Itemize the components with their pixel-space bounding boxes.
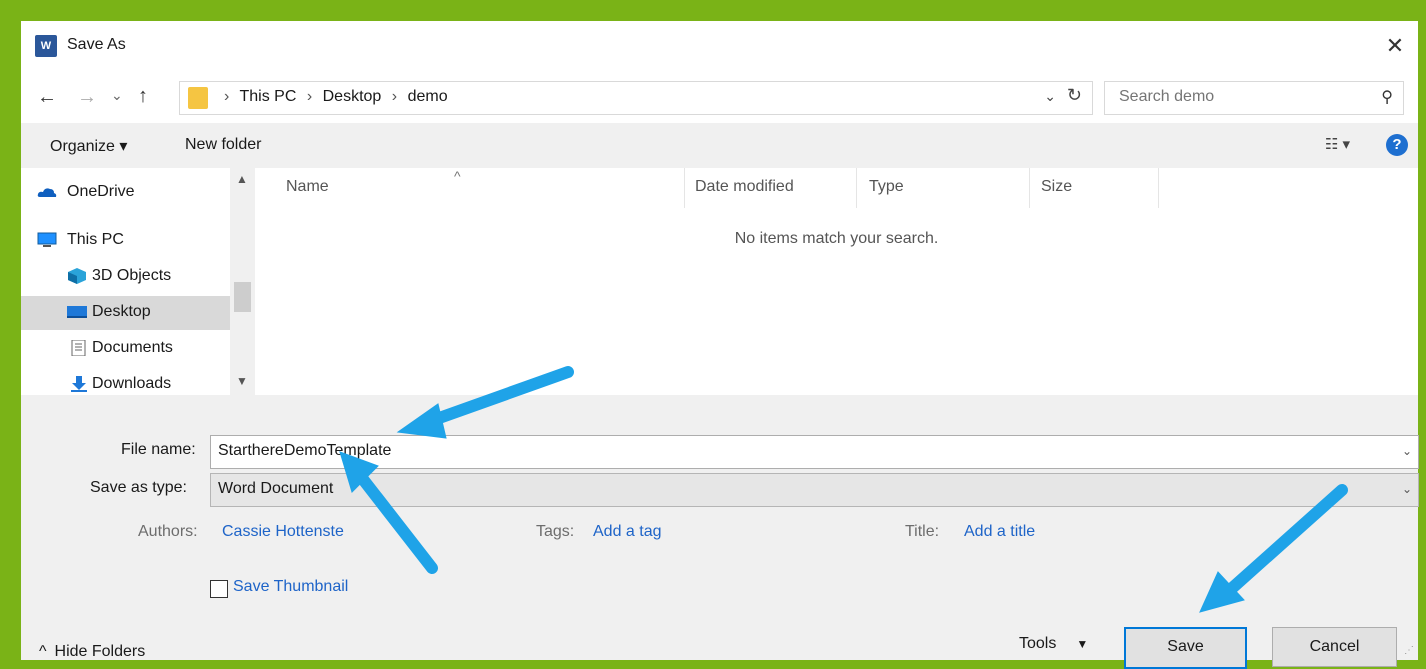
sidebar-item-3d-objects[interactable]: 3D Objects <box>21 260 230 294</box>
sidebar-item-label: Downloads <box>92 375 172 392</box>
recent-locations-chevron-icon[interactable]: ⌄ <box>111 87 123 104</box>
breadcrumb-separator-icon: › <box>306 88 313 105</box>
command-bar: Organize ▾ New folder ☷ ▾ ? <box>21 123 1418 168</box>
tags-label: Tags: <box>536 523 575 540</box>
file-name-value[interactable]: StarthereDemoTemplate <box>218 442 391 460</box>
address-bar-row: ← → ⌄ ↑ › This PC › Desktop › demo ⌄ ↻ ⚲ <box>21 73 1418 123</box>
empty-folder-message: No items match your search. <box>734 230 939 247</box>
word-icon: W <box>35 35 57 57</box>
organize-menu[interactable]: Organize ▾ <box>50 136 127 156</box>
sidebar-item-desktop[interactable]: Desktop <box>21 296 230 330</box>
sort-ascending-icon: ^ <box>454 168 461 184</box>
file-name-field[interactable]: StarthereDemoTemplate ⌄ <box>210 435 1419 469</box>
chevron-down-icon: ▼ <box>1076 637 1089 651</box>
onedrive-icon <box>37 188 57 197</box>
sidebar-item-label: This PC <box>67 231 124 248</box>
hide-folders-label: Hide Folders <box>54 643 146 660</box>
column-divider[interactable] <box>1158 168 1159 208</box>
save-as-type-value[interactable]: Word Document <box>218 480 333 498</box>
column-divider[interactable] <box>1029 168 1030 208</box>
search-input[interactable] <box>1117 87 1361 107</box>
scroll-down-icon[interactable]: ▼ <box>236 374 248 388</box>
hide-folders-button[interactable]: ^ Hide Folders <box>39 643 145 661</box>
dialog-title: Save As <box>67 36 126 53</box>
save-thumbnail-label[interactable]: Save Thumbnail <box>233 578 348 596</box>
view-options-icon[interactable]: ☷ ▾ <box>1325 135 1350 153</box>
title-bar: W Save As ✕ <box>21 21 1418 73</box>
sidebar-item-documents[interactable]: Documents <box>21 332 230 366</box>
search-icon[interactable]: ⚲ <box>1381 87 1393 107</box>
desktop-icon <box>67 306 87 318</box>
address-bar[interactable]: › This PC › Desktop › demo ⌄ ↻ <box>179 81 1093 115</box>
tools-label: Tools <box>1019 635 1057 652</box>
new-folder-button[interactable]: New folder <box>185 136 261 154</box>
breadcrumb-desktop[interactable]: Desktop <box>323 88 382 105</box>
title-label: Title: <box>905 523 940 540</box>
breadcrumb: › This PC › Desktop › demo <box>218 88 448 106</box>
authors-label: Authors: <box>138 523 198 540</box>
chevron-down-icon[interactable]: ⌄ <box>1402 444 1412 458</box>
column-header-size[interactable]: Size <box>1041 178 1072 196</box>
sidebar-item-label: OneDrive <box>67 183 135 200</box>
navigation-pane: OneDrive This PC 3D Objects Desktop Docu… <box>21 168 255 395</box>
search-box[interactable]: ⚲ <box>1104 81 1404 115</box>
navigation-scrollbar[interactable]: ▲ ▼ <box>230 168 255 395</box>
tools-menu[interactable]: Tools ▼ <box>1019 635 1088 653</box>
save-thumbnail-checkbox[interactable] <box>210 580 228 598</box>
document-icon <box>71 340 86 356</box>
breadcrumb-separator-icon: › <box>224 88 230 105</box>
column-divider[interactable] <box>684 168 685 208</box>
breadcrumb-this-pc[interactable]: This PC <box>239 88 296 105</box>
title-value[interactable]: Add a title <box>964 523 1035 541</box>
breadcrumb-separator-icon: › <box>391 88 398 105</box>
tags-value[interactable]: Add a tag <box>593 523 662 541</box>
save-as-dialog: W Save As ✕ ← → ⌄ ↑ › This PC › Desktop … <box>21 21 1419 669</box>
help-icon[interactable]: ? <box>1386 134 1408 156</box>
computer-icon <box>37 232 57 247</box>
address-dropdown-chevron-icon[interactable]: ⌄ <box>1044 88 1056 105</box>
up-arrow-icon[interactable]: ↑ <box>138 85 148 108</box>
cube-icon <box>68 268 86 284</box>
close-button[interactable]: ✕ <box>1380 31 1410 61</box>
save-as-type-select[interactable]: Word Document ⌄ <box>210 473 1419 507</box>
refresh-icon[interactable]: ↻ <box>1067 85 1082 106</box>
authors-value[interactable]: Cassie Hottenste <box>222 523 344 541</box>
column-header-type[interactable]: Type <box>869 178 904 196</box>
chevron-up-icon: ^ <box>39 643 47 660</box>
sidebar-item-label: Documents <box>92 339 173 356</box>
forward-arrow-icon[interactable]: → <box>77 86 97 109</box>
chevron-down-icon[interactable]: ⌄ <box>1402 482 1412 496</box>
save-button[interactable]: Save <box>1124 627 1247 669</box>
scrollbar-thumb[interactable] <box>234 282 251 312</box>
sidebar-item-label: Desktop <box>92 303 151 320</box>
sidebar-item-this-pc[interactable]: This PC <box>21 224 230 258</box>
sidebar-item-onedrive[interactable]: OneDrive <box>21 176 230 210</box>
save-options-panel: File name: StarthereDemoTemplate ⌄ Save … <box>21 395 1419 669</box>
file-list: ^ Name Date modified Type Size No items … <box>255 168 1418 395</box>
back-arrow-icon[interactable]: ← <box>37 86 57 109</box>
scroll-up-icon[interactable]: ▲ <box>236 172 248 186</box>
breadcrumb-demo[interactable]: demo <box>408 88 448 105</box>
download-icon <box>71 376 87 392</box>
resize-grip-icon[interactable]: ⋰ <box>1404 645 1414 656</box>
sidebar-item-label: 3D Objects <box>92 267 172 284</box>
sidebar-item-downloads[interactable]: Downloads <box>21 368 230 395</box>
column-header-name[interactable]: Name <box>286 178 329 196</box>
folder-icon <box>188 87 208 109</box>
cancel-button[interactable]: Cancel <box>1272 627 1397 667</box>
column-divider[interactable] <box>856 168 857 208</box>
column-header-date-modified[interactable]: Date modified <box>695 178 794 196</box>
file-name-label: File name: <box>121 441 196 458</box>
save-as-type-label: Save as type: <box>90 479 187 496</box>
